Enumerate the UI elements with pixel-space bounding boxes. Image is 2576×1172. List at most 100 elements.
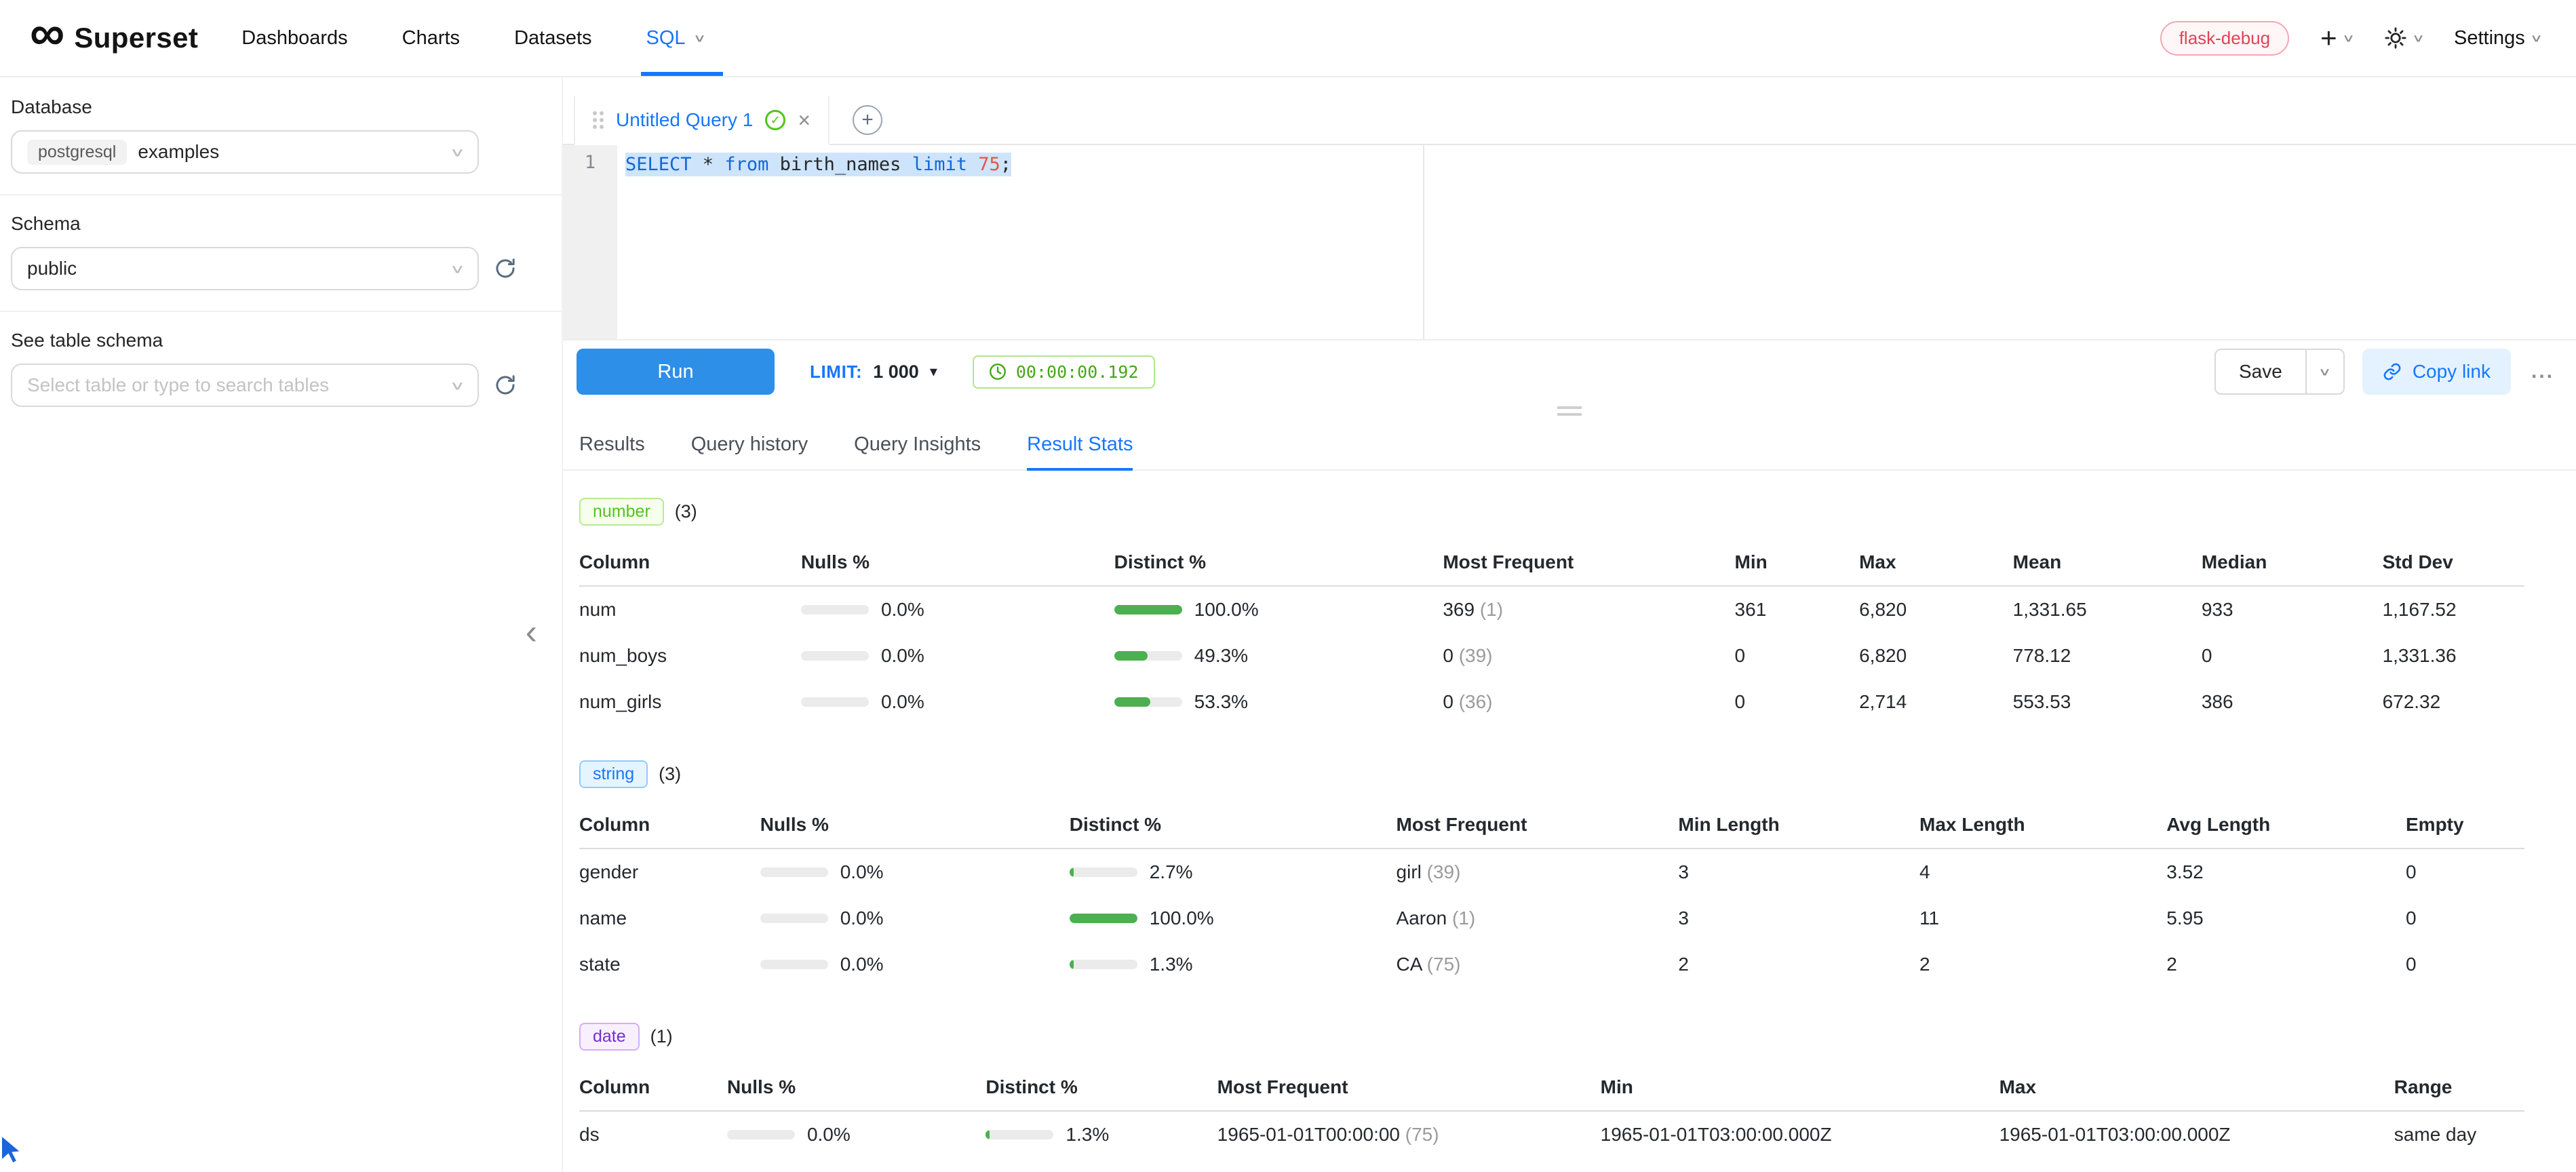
progress-bar: 1.3% — [1070, 954, 1386, 975]
cell-value: 1965-01-01T03:00:00.000Z — [1601, 1111, 1999, 1158]
nav-item-dashboards[interactable]: Dashboards — [241, 0, 347, 76]
progress-track — [985, 1130, 1053, 1139]
cell-value: 1965-01-01T03:00:00.000Z — [1999, 1111, 2394, 1158]
link-icon — [2383, 362, 2402, 381]
save-options-button[interactable]: ∨ — [2305, 349, 2345, 395]
stats-section-number: number(3)ColumnNulls %Distinct %Most Fre… — [579, 498, 2560, 725]
editor-tab-bar: Untitled Query 1 ✓ × + — [563, 96, 2576, 145]
close-tab-icon[interactable]: × — [798, 109, 811, 131]
cell-distinct-pct: 1.3% — [985, 1111, 1217, 1158]
cell-value: 11 — [1919, 895, 2166, 941]
type-count: (3) — [675, 501, 697, 522]
table-schema-label: See table schema — [11, 330, 548, 351]
stats-section-date: date(1)ColumnNulls %Distinct %Most Frequ… — [579, 1023, 2560, 1158]
progress-track — [727, 1130, 795, 1139]
column-header: Min — [1601, 1064, 1999, 1111]
nav-menu: Dashboards Charts Datasets SQL∨ — [241, 0, 703, 76]
most-frequent-value: Aaron — [1397, 907, 1447, 929]
cell-nulls-pct: 0.0% — [801, 679, 1114, 725]
run-query-button[interactable]: Run — [577, 349, 775, 395]
progress-fill — [1114, 697, 1150, 707]
settings-menu[interactable]: Settings ∨ — [2454, 27, 2541, 50]
cell-distinct-pct: 2.7% — [1070, 848, 1397, 895]
save-button[interactable]: Save — [2214, 349, 2307, 395]
nav-item-label: Charts — [402, 27, 460, 50]
limit-dropdown[interactable]: LIMIT: 1 000 ▾ — [810, 362, 937, 383]
column-header: Most Frequent — [1397, 802, 1679, 848]
copy-link-button[interactable]: Copy link — [2362, 349, 2511, 395]
sqllab-app: Database postgresql examples ∨ Schema pu… — [0, 77, 2576, 1172]
progress-bar: 100.0% — [1114, 599, 1432, 621]
cell-most-frequent: girl (39) — [1397, 848, 1679, 895]
column-header: Max Length — [1919, 802, 2166, 848]
tab-query-history[interactable]: Query history — [691, 419, 808, 469]
cell-distinct-pct: 100.0% — [1114, 586, 1443, 633]
progress-fill — [1070, 960, 1074, 969]
schema-select[interactable]: public ∨ — [11, 247, 479, 290]
chevron-down-icon: ∨ — [2530, 32, 2543, 45]
result-tabs: Results Query history Query Insights Result… — [563, 419, 2576, 471]
code-area[interactable]: SELECT * from birth_names limit 75; — [617, 145, 2576, 339]
refresh-icon — [494, 374, 517, 397]
table-header-row: ColumnNulls %Distinct %Most FrequentMinM… — [579, 1064, 2524, 1111]
schema-select-value: public — [27, 258, 77, 279]
cell-most-frequent: 0 (39) — [1443, 633, 1734, 679]
percent-label: 0.0% — [807, 1124, 851, 1146]
progress-fill — [1070, 867, 1074, 877]
column-header: Nulls % — [727, 1064, 985, 1111]
tab-query-insights[interactable]: Query Insights — [854, 419, 981, 469]
table-row: ds0.0%1.3%1965-01-01T00:00:00 (75)1965-0… — [579, 1111, 2524, 1158]
tab-results[interactable]: Results — [579, 419, 645, 469]
refresh-schemas-button[interactable] — [494, 257, 517, 280]
editor-gutter: 1 — [563, 145, 617, 339]
nav-item-charts[interactable]: Charts — [402, 0, 460, 76]
superset-logo[interactable]: ∞ Superset — [30, 0, 198, 76]
chevron-down-icon: ∨ — [2341, 32, 2355, 45]
column-header: Distinct % — [1114, 539, 1443, 586]
percent-label: 1.3% — [1150, 954, 1193, 975]
cell-distinct-pct: 53.3% — [1114, 679, 1443, 725]
code-token: 75 — [978, 154, 1000, 175]
settings-label: Settings — [2454, 27, 2525, 50]
table-row: num0.0%100.0%369 (1)3616,8201,331.659331… — [579, 586, 2524, 633]
progress-bar: 0.0% — [727, 1124, 975, 1146]
percent-label: 100.0% — [1150, 907, 1214, 929]
most-frequent-count: (36) — [1453, 691, 1493, 712]
cell-value: 3 — [1678, 848, 1919, 895]
new-tab-button[interactable]: + — [853, 105, 882, 135]
refresh-tables-button[interactable] — [494, 374, 517, 397]
most-frequent-count: (75) — [1400, 1124, 1439, 1145]
percent-label: 49.3% — [1194, 645, 1248, 667]
environment-badge: flask-debug — [2160, 21, 2289, 56]
more-options-button[interactable]: ... — [2529, 360, 2557, 383]
table-select[interactable]: Select table or type to search tables ∨ — [11, 364, 479, 407]
cell-nulls-pct: 0.0% — [760, 848, 1070, 895]
new-item-menu[interactable]: + ∨ — [2320, 24, 2353, 52]
drag-resize-handle[interactable] — [1557, 406, 1582, 416]
cell-most-frequent: 369 (1) — [1443, 586, 1734, 633]
cell-value: 0 — [2406, 895, 2524, 941]
progress-track — [760, 960, 828, 969]
most-frequent-count: (39) — [1453, 645, 1493, 666]
cell-value: 0 — [1735, 633, 1860, 679]
database-select[interactable]: postgresql examples ∨ — [11, 130, 479, 174]
cell-value: 553.53 — [2013, 679, 2202, 725]
nav-item-sql[interactable]: SQL∨ — [646, 0, 704, 76]
tab-result-stats[interactable]: Result Stats — [1027, 419, 1133, 469]
percent-label: 2.7% — [1150, 861, 1193, 883]
sql-editor[interactable]: 1 SELECT * from birth_names limit 75; — [563, 145, 2576, 340]
sqllab-main: Untitled Query 1 ✓ × + 1 SELECT * from b… — [563, 77, 2576, 1172]
nav-item-datasets[interactable]: Datasets — [514, 0, 591, 76]
progress-bar: 0.0% — [760, 907, 1059, 929]
column-header: Min — [1735, 539, 1860, 586]
progress-track — [801, 605, 869, 614]
stats-table-date: ColumnNulls %Distinct %Most FrequentMinM… — [579, 1064, 2524, 1158]
query-tab[interactable]: Untitled Query 1 ✓ × — [574, 96, 830, 145]
column-header: Column — [579, 802, 760, 848]
theme-menu[interactable]: ∨ — [2384, 26, 2423, 50]
collapse-panel-chevron[interactable]: ‹ — [526, 614, 537, 650]
cell-value: 2 — [2166, 941, 2406, 988]
most-frequent-count: (1) — [1447, 907, 1475, 929]
most-frequent-count: (39) — [1422, 861, 1461, 882]
mouse-cursor — [0, 1134, 23, 1165]
